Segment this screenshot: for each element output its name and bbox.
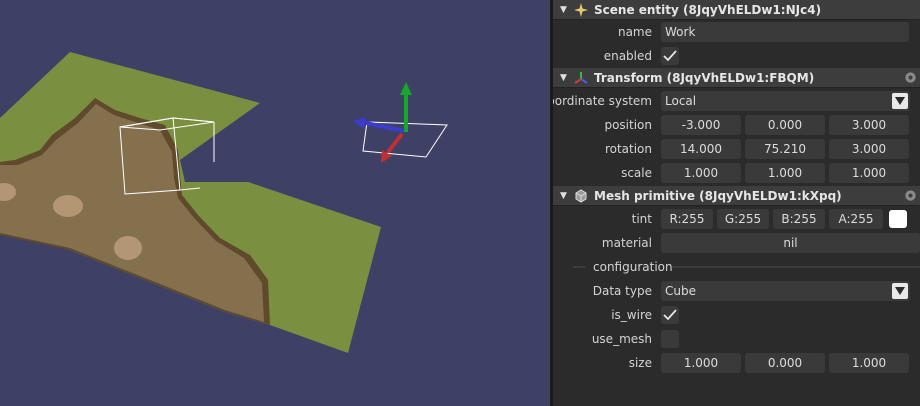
transform-header[interactable]: ▼ Transform (8JqyVhELDw1:FBQM) bbox=[553, 68, 920, 88]
scene-entity-title: Scene entity (8JqyVhELDw1:NJc4) bbox=[594, 2, 822, 17]
mesh-primitive-header[interactable]: ▼ Mesh primitive (8JqyVhELDw1:kXpq) bbox=[553, 186, 920, 206]
chevron-down-icon[interactable] bbox=[892, 283, 908, 299]
scene-entity-header[interactable]: ▼ Scene entity (8JqyVhELDw1:NJc4) bbox=[553, 0, 920, 20]
transform-title: Transform (8JqyVhELDw1:FBQM) bbox=[594, 70, 815, 85]
name-row: name Work bbox=[553, 21, 920, 43]
position-z-field[interactable]: 3.000 bbox=[829, 115, 909, 135]
tint-color-swatch[interactable] bbox=[889, 210, 907, 228]
material-row: material nil bbox=[553, 232, 920, 254]
scene-viewport[interactable] bbox=[0, 0, 550, 406]
material-label: material bbox=[601, 236, 652, 250]
is-wire-label: is_wire bbox=[611, 308, 652, 322]
position-row: position -3.000 0.000 3.000 bbox=[553, 114, 920, 136]
enabled-label: enabled bbox=[603, 49, 652, 63]
use-mesh-label: use_mesh bbox=[591, 332, 652, 346]
configuration-label: configuration bbox=[593, 260, 673, 274]
name-label: name bbox=[617, 25, 652, 39]
coordinate-system-select[interactable]: Local bbox=[661, 91, 910, 111]
coordinate-system-value: Local bbox=[665, 94, 697, 108]
position-y-field[interactable]: 0.000 bbox=[745, 115, 825, 135]
use-mesh-checkbox[interactable] bbox=[661, 330, 679, 348]
gear-icon[interactable] bbox=[903, 188, 918, 203]
tint-label: tint bbox=[631, 212, 652, 226]
separator-line bbox=[672, 266, 920, 268]
rock bbox=[53, 195, 83, 217]
data-type-value: Cube bbox=[665, 284, 696, 298]
enabled-checkbox[interactable] bbox=[661, 47, 679, 65]
rotation-y-field[interactable]: 75.210 bbox=[745, 139, 825, 159]
use-mesh-row: use_mesh bbox=[553, 328, 920, 350]
scale-z-field[interactable]: 1.000 bbox=[829, 163, 909, 183]
inspector-panel: ▼ Scene entity (8JqyVhELDw1:NJc4) name W… bbox=[553, 0, 920, 406]
is-wire-row: is_wire bbox=[553, 304, 920, 326]
gear-icon[interactable] bbox=[903, 70, 918, 85]
cube-icon bbox=[574, 188, 588, 203]
is-wire-checkbox[interactable] bbox=[661, 306, 679, 324]
axes-icon bbox=[574, 71, 588, 85]
tint-g-field[interactable]: G:255 bbox=[717, 209, 769, 229]
collapse-triangle-icon[interactable]: ▼ bbox=[560, 191, 568, 201]
position-label: position bbox=[604, 118, 652, 132]
size-row: size 1.000 0.000 1.000 bbox=[553, 352, 920, 374]
configuration-separator[interactable]: configuration bbox=[553, 256, 920, 278]
tint-row: tint R:255 G:255 B:255 A:255 bbox=[553, 208, 920, 230]
data-type-select[interactable]: Cube bbox=[661, 281, 910, 301]
data-type-label: Data type bbox=[592, 284, 652, 298]
material-field[interactable]: nil bbox=[661, 233, 920, 253]
gizmo-y-axis[interactable] bbox=[400, 82, 412, 95]
checkmark-icon bbox=[663, 50, 677, 62]
scale-x-field[interactable]: 1.000 bbox=[661, 163, 741, 183]
enabled-row: enabled bbox=[553, 45, 920, 67]
size-x-field[interactable]: 1.000 bbox=[661, 353, 741, 373]
rotation-row: rotation 14.000 75.210 3.000 bbox=[553, 138, 920, 160]
scale-y-field[interactable]: 1.000 bbox=[745, 163, 825, 183]
size-label: size bbox=[628, 356, 652, 370]
separator-line bbox=[573, 266, 585, 268]
scale-label: scale bbox=[621, 166, 652, 180]
checkmark-icon bbox=[663, 309, 677, 321]
gizmo-z-axis[interactable] bbox=[353, 117, 366, 129]
coordinate-system-row: Coordinate system Local bbox=[553, 90, 920, 112]
rotation-x-field[interactable]: 14.000 bbox=[661, 139, 741, 159]
scale-row: scale 1.000 1.000 1.000 bbox=[553, 162, 920, 184]
size-y-field[interactable]: 0.000 bbox=[745, 353, 825, 373]
name-field[interactable]: Work bbox=[661, 22, 909, 42]
tint-b-field[interactable]: B:255 bbox=[773, 209, 825, 229]
rotation-z-field[interactable]: 3.000 bbox=[829, 139, 909, 159]
size-z-field[interactable]: 1.000 bbox=[829, 353, 909, 373]
data-type-row: Data type Cube bbox=[553, 280, 920, 302]
transform-gizmo[interactable] bbox=[353, 82, 448, 163]
coordinate-system-label: Coordinate system bbox=[553, 94, 652, 108]
mesh-primitive-title: Mesh primitive (8JqyVhELDw1:kXpq) bbox=[594, 188, 842, 203]
tint-r-field[interactable]: R:255 bbox=[661, 209, 713, 229]
sparkle-icon bbox=[574, 2, 588, 17]
tint-a-field[interactable]: A:255 bbox=[829, 209, 883, 229]
collapse-triangle-icon[interactable]: ▼ bbox=[560, 5, 568, 15]
rock bbox=[114, 236, 142, 260]
rotation-label: rotation bbox=[604, 142, 652, 156]
scene-render bbox=[0, 52, 448, 353]
chevron-down-icon[interactable] bbox=[892, 93, 908, 109]
position-x-field[interactable]: -3.000 bbox=[661, 115, 741, 135]
collapse-triangle-icon[interactable]: ▼ bbox=[560, 73, 568, 83]
